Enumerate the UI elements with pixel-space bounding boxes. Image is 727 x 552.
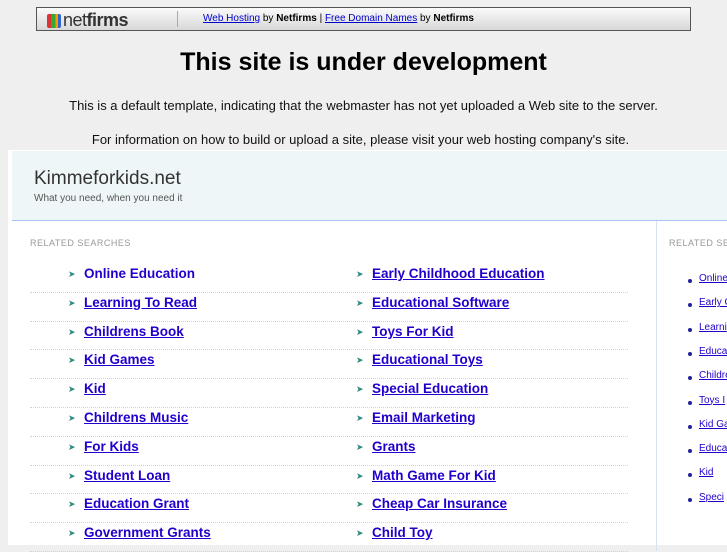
bullet-icon	[688, 497, 692, 502]
bullet-icon	[688, 473, 692, 478]
list-row: ➤ Online Education ➤ Early Childhood Educat…	[30, 264, 628, 293]
search-link[interactable]: Student Loan	[84, 468, 170, 483]
bullet-icon	[688, 351, 692, 356]
search-link[interactable]: Email Marketing	[372, 410, 476, 425]
bullet-icon	[688, 449, 692, 454]
search-link[interactable]: Kid	[84, 381, 106, 396]
bullet-icon	[688, 400, 692, 405]
arrow-icon: ➤	[356, 269, 364, 279]
arrow-icon: ➤	[356, 412, 364, 423]
brand-text: Netfirms	[276, 13, 317, 24]
arrow-icon: ➤	[356, 499, 364, 510]
by-text: by	[262, 13, 274, 24]
search-link[interactable]: Toys For Kid	[372, 324, 454, 339]
divider	[177, 11, 178, 27]
column-divider	[656, 221, 657, 551]
arrow-icon: ➤	[356, 297, 364, 308]
arrow-icon: ➤	[68, 326, 76, 337]
netfirms-logo-icon	[47, 14, 61, 28]
parked-page: Kimmeforkids.net What you need, when you…	[8, 150, 727, 552]
arrow-icon: ➤	[356, 470, 364, 481]
arrow-icon: ➤	[68, 528, 76, 539]
arrow-icon: ➤	[356, 355, 364, 366]
search-link[interactable]: Cheap Car Insurance	[372, 496, 507, 511]
search-link[interactable]: Childrens Music	[84, 410, 188, 425]
bullet-icon	[688, 376, 692, 381]
related-searches-heading: RELATED SEARCHES	[30, 238, 131, 248]
free-domain-link[interactable]: Free Domain Names	[325, 13, 417, 24]
arrow-icon: ➤	[68, 441, 76, 452]
list-row: ➤ For Kids ➤ Grants	[30, 437, 628, 466]
bullet-icon	[688, 424, 692, 429]
search-link[interactable]: Early Childhood Education	[372, 266, 545, 281]
bullet-icon	[688, 327, 692, 332]
search-link[interactable]: Grants	[372, 439, 416, 454]
arrow-icon: ➤	[68, 470, 76, 481]
side-link[interactable]: Educa	[699, 346, 727, 357]
list-row: ➤ Kid ➤ Special Education	[30, 379, 628, 408]
netfirms-banner: netfirms Web Hosting by Netfirms | Free …	[36, 7, 691, 31]
side-heading: RELATED SE	[669, 238, 727, 248]
bullet-icon	[688, 303, 692, 308]
site-name: Kimmeforkids.net	[34, 168, 181, 189]
web-hosting-link[interactable]: Web Hosting	[203, 13, 260, 24]
site-tagline: What you need, when you need it	[34, 193, 183, 204]
list-row: ➤ Childrens Book ➤ Toys For Kid	[30, 322, 628, 351]
page-title: This site is under development	[180, 48, 547, 76]
related-searches-list: ➤ Online Education ➤ Early Childhood Educat…	[30, 264, 628, 552]
list-row: ➤ Education Grant ➤ Cheap Car Insurance	[30, 494, 628, 524]
list-row: ➤ Government Grants ➤ Child Toy	[30, 523, 628, 552]
arrow-icon: ➤	[68, 297, 76, 308]
site-header: Kimmeforkids.net What you need, when you…	[12, 151, 727, 221]
bullet-icon	[688, 279, 692, 283]
info-text: For information on how to build or uploa…	[91, 132, 630, 147]
list-row: ➤ Student Loan ➤ Math Game For Kid	[30, 466, 628, 495]
search-link[interactable]: For Kids	[84, 439, 139, 454]
info-text: This is a default template, indicating t…	[69, 98, 658, 113]
search-link[interactable]: Child Toy	[372, 525, 433, 540]
search-link[interactable]: Educational Toys	[372, 352, 483, 367]
search-link[interactable]: Learning To Read	[84, 295, 197, 310]
side-link[interactable]: Kid	[699, 467, 713, 478]
search-link[interactable]: Education Grant	[84, 496, 189, 511]
list-row: ➤ Kid Games ➤ Educational Toys	[30, 350, 628, 380]
netfirms-logo[interactable]: netfirms	[47, 10, 129, 31]
side-link[interactable]: Toys I	[699, 395, 725, 406]
side-link[interactable]: Childre	[699, 370, 727, 381]
side-link[interactable]: Early C	[699, 297, 727, 308]
arrow-icon: ➤	[356, 441, 364, 452]
side-link[interactable]: Kid Ga	[699, 419, 727, 430]
arrow-icon: ➤	[68, 355, 76, 366]
search-link[interactable]: Online Education	[84, 266, 195, 281]
by-text: by	[420, 13, 431, 24]
arrow-icon: ➤	[356, 528, 364, 539]
list-row: ➤ Childrens Music ➤ Email Marketing	[30, 408, 628, 437]
search-link[interactable]: Kid Games	[84, 352, 155, 367]
side-link[interactable]: Learni	[699, 322, 727, 333]
side-link[interactable]: Online	[699, 273, 727, 284]
side-link[interactable]: Speci	[699, 492, 724, 503]
pipe: |	[319, 13, 323, 24]
search-link[interactable]: Educational Software	[372, 295, 509, 310]
arrow-icon: ➤	[68, 499, 76, 510]
side-link[interactable]: Educa	[699, 443, 727, 454]
search-link[interactable]: Government Grants	[84, 525, 211, 540]
search-link[interactable]: Math Game For Kid	[372, 468, 496, 483]
arrow-icon: ➤	[68, 269, 76, 279]
arrow-icon: ➤	[68, 412, 76, 423]
arrow-icon: ➤	[356, 384, 364, 395]
brand-text: Netfirms	[433, 13, 474, 24]
search-link[interactable]: Special Education	[372, 381, 488, 396]
arrow-icon: ➤	[356, 326, 364, 337]
banner-links: Web Hosting by Netfirms | Free Domain Na…	[203, 13, 474, 24]
search-link[interactable]: Childrens Book	[84, 324, 184, 339]
list-row: ➤ Learning To Read ➤ Educational Software	[30, 293, 628, 322]
arrow-icon: ➤	[68, 384, 76, 395]
